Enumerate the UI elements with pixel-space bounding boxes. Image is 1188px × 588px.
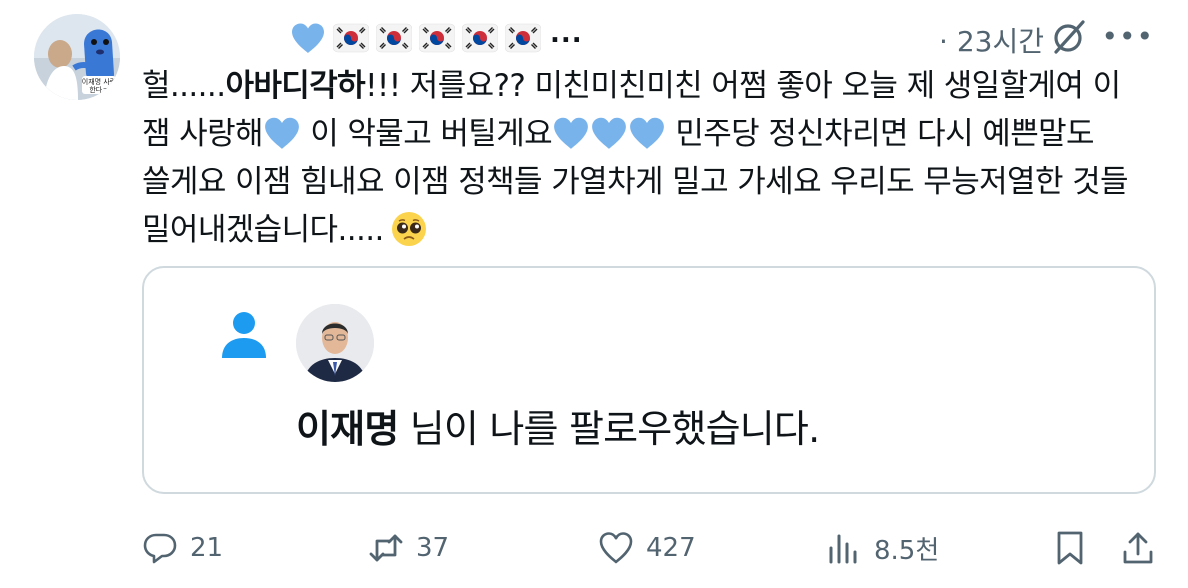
- author-display-name[interactable]: ...: [290, 16, 583, 60]
- post-time[interactable]: · 23시간: [939, 20, 1044, 60]
- reply-button[interactable]: 21: [142, 528, 223, 568]
- svg-text:이재명 사랑: 이재명 사랑: [82, 77, 117, 86]
- avatar-image: 이재명 사랑 한다ㄱ: [34, 14, 120, 100]
- reply-count: 21: [190, 533, 224, 563]
- korea-flag-icon: [333, 20, 369, 56]
- svg-text:한다ㄱ: 한다ㄱ: [89, 85, 108, 94]
- heart-icon: [263, 116, 301, 150]
- bookmark-icon: [1057, 531, 1083, 565]
- follower-avatar-image: [296, 304, 374, 382]
- like-icon: [599, 532, 633, 564]
- views-icon: [829, 534, 857, 564]
- like-count: 427: [646, 533, 696, 563]
- more-icon[interactable]: •••: [1101, 20, 1154, 53]
- retweet-button[interactable]: 37: [368, 528, 449, 568]
- tweet-text: 헐......아바디각하!!! 저를요?? 미친미친미친 어쩜 좋아 오늘 제 …: [142, 62, 1162, 254]
- views-count: 8.5천: [874, 535, 940, 566]
- tweet-text-part: 밀어내겠습니다.....: [142, 212, 384, 248]
- korea-flag-icon: [376, 20, 412, 56]
- follower-avatar[interactable]: [296, 304, 374, 382]
- tweet-header: ... · 23시간 •••: [290, 16, 1170, 60]
- bookmark-button[interactable]: [1052, 528, 1088, 568]
- views-button[interactable]: 8.5천: [826, 528, 939, 568]
- tweet-text-part: 이 악물고 버틸게요: [300, 116, 553, 152]
- korea-flag-icon: [419, 20, 455, 56]
- heart-icon: [552, 116, 590, 150]
- tweet-text-bold: 아바디각하: [225, 68, 366, 104]
- tweet-text-part: 헐......: [142, 68, 226, 104]
- grok-icon[interactable]: [1050, 18, 1088, 56]
- follow-message: 이재명 님이 나를 팔로우했습니다.: [296, 398, 820, 453]
- heart-icon: [290, 20, 326, 56]
- korea-flag-icon: [462, 20, 498, 56]
- tweet-line-3: 쓸게요 이잼 힘내요 이잼 정책들 가열차게 밀고 가세요 우리도 무능저열한 …: [142, 164, 1129, 200]
- reply-icon: [143, 533, 177, 564]
- like-button[interactable]: 427: [598, 528, 696, 568]
- tweet-line-2: 잼 사랑해 이 악물고 버틸게요 민주당 정신차리면 다시 예쁜말도: [142, 110, 1162, 158]
- tweet-text-part: 민주당 정신차리면 다시 예쁜말도: [666, 116, 1094, 152]
- share-button[interactable]: [1120, 528, 1156, 568]
- korea-flag-icon: [505, 20, 541, 56]
- tweet-line-4: 밀어내겠습니다.....: [142, 206, 1162, 254]
- heart-icon: [590, 116, 628, 150]
- tweet-text-part: !!! 저를요?? 미친미친미친 어쩜 좋아 오늘 제 생일할게여 이: [365, 68, 1121, 104]
- share-icon: [1123, 532, 1153, 564]
- tweet-line-1: 헐......아바디각하!!! 저를요?? 미친미친미친 어쩜 좋아 오늘 제 …: [142, 62, 1162, 110]
- heart-icon: [628, 116, 666, 150]
- follow-notification-card[interactable]: 이재명 님이 나를 팔로우했습니다.: [142, 266, 1156, 494]
- follow-text: 님이 나를 팔로우했습니다.: [398, 407, 820, 451]
- action-bar: 21 37 427 8.5천: [142, 528, 1156, 568]
- retweet-count: 37: [416, 533, 450, 563]
- pleading-face-icon: [391, 212, 426, 246]
- tweet-text-part: 잼 사랑해: [142, 116, 264, 152]
- retweet-icon: [369, 534, 403, 562]
- person-icon: [222, 312, 266, 358]
- name-ellipsis: ...: [550, 19, 583, 49]
- author-avatar[interactable]: 이재명 사랑 한다ㄱ: [34, 14, 120, 100]
- follower-name[interactable]: 이재명: [296, 407, 399, 451]
